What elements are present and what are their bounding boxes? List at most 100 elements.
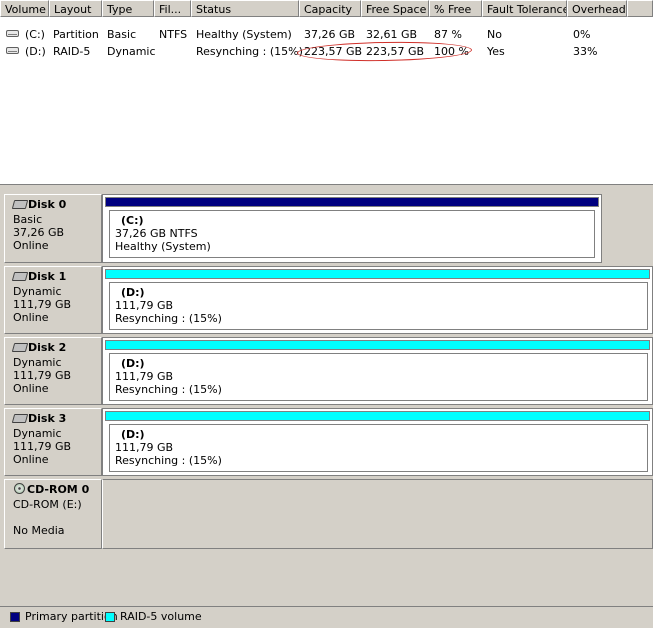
disk-state: Online — [13, 453, 49, 466]
volume-list-header: Volume Layout Type Fil... Status Capacit… — [0, 0, 653, 17]
volume-overhead: 0% — [573, 28, 591, 41]
disk-graphical-view[interactable]: Disk 0 Basic 37,26 GB Online (C:) 37,26 … — [0, 192, 653, 606]
column-header-file-system[interactable]: Fil... — [154, 0, 191, 17]
legend-label-primary: Primary partition — [25, 610, 118, 623]
partition-size: 111,79 GB — [115, 370, 174, 383]
disk-type: Basic — [13, 213, 43, 226]
partition-label: (D:) — [121, 286, 145, 299]
volume-free-space: 32,61 GB — [366, 28, 418, 41]
disk-label[interactable]: Disk 0 Basic 37,26 GB Online — [4, 194, 102, 263]
partition-color-bar — [105, 197, 599, 207]
volume-fault-tolerance: No — [487, 28, 502, 41]
column-header-status[interactable]: Status — [191, 0, 299, 17]
cdrom-row[interactable]: CD-ROM 0 CD-ROM (E:) No Media — [4, 479, 653, 549]
volume-layout: RAID-5 — [53, 45, 91, 58]
partition-d[interactable]: (D:) 111,79 GB Resynching : (15%) — [109, 424, 648, 472]
column-header-free-space[interactable]: Free Space — [361, 0, 429, 17]
volume-name: (D:) — [25, 45, 46, 58]
cdrom-drive: CD-ROM (E:) — [13, 498, 82, 511]
disk-size: 37,26 GB — [13, 226, 65, 239]
disk-size: 111,79 GB — [13, 440, 72, 453]
column-header-volume[interactable]: Volume — [0, 0, 49, 17]
cdrom-spacer — [13, 511, 101, 524]
cdrom-name: CD-ROM 0 — [13, 483, 101, 498]
partition-status: Healthy (System) — [115, 240, 211, 253]
volume-row[interactable]: (C:) Partition Basic NTFS Healthy (Syste… — [0, 26, 653, 43]
disk-name: Disk 3 — [11, 412, 101, 427]
column-header-overhead[interactable]: Overhead — [567, 0, 627, 17]
cd-icon — [14, 483, 25, 494]
disk-row-1[interactable]: Disk 1 Dynamic 111,79 GB Online (D:) 111… — [4, 266, 653, 334]
hard-disk-icon — [11, 414, 29, 423]
column-header-filler — [627, 0, 653, 17]
partition-color-bar — [105, 411, 650, 421]
primary-partition-swatch — [10, 612, 20, 622]
raid5-volume-swatch — [105, 612, 115, 622]
volume-layout: Partition — [53, 28, 99, 41]
volume-type: Dynamic — [107, 45, 156, 58]
partition-size: 37,26 GB NTFS — [115, 227, 198, 240]
hard-disk-icon — [11, 200, 29, 209]
disk-label[interactable]: Disk 2 Dynamic 111,79 GB Online — [4, 337, 102, 405]
column-header-pct-free[interactable]: % Free — [429, 0, 482, 17]
partition-color-bar — [105, 340, 650, 350]
pane-splitter[interactable] — [0, 185, 653, 192]
column-header-fault-tolerance[interactable]: Fault Tolerance — [482, 0, 567, 17]
partition-size: 111,79 GB — [115, 441, 174, 454]
volume-overhead: 33% — [573, 45, 598, 58]
disk-type: Dynamic — [13, 285, 62, 298]
volume-status: Healthy (System) — [196, 28, 292, 41]
disk-partitions: (D:) 111,79 GB Resynching : (15%) — [102, 337, 653, 405]
disk-row-2[interactable]: Disk 2 Dynamic 111,79 GB Online (D:) 111… — [4, 337, 653, 405]
partition-d[interactable]: (D:) 111,79 GB Resynching : (15%) — [109, 282, 648, 330]
disk-name: Disk 1 — [11, 270, 101, 285]
partition-status: Resynching : (15%) — [115, 383, 222, 396]
disk-row-3[interactable]: Disk 3 Dynamic 111,79 GB Online (D:) 111… — [4, 408, 653, 476]
volume-pct-free: 87 % — [434, 28, 462, 41]
disk-partitions: (D:) 111,79 GB Resynching : (15%) — [102, 408, 653, 476]
disk-type: Dynamic — [13, 356, 62, 369]
partition-color-bar — [105, 269, 650, 279]
disk-state: Online — [13, 311, 49, 324]
volume-file-system: NTFS — [159, 28, 188, 41]
drive-icon — [6, 47, 19, 54]
volume-name: (C:) — [25, 28, 45, 41]
disk-label[interactable]: Disk 1 Dynamic 111,79 GB Online — [4, 266, 102, 334]
disk-row-0[interactable]: Disk 0 Basic 37,26 GB Online (C:) 37,26 … — [4, 194, 627, 263]
volume-list[interactable]: Volume Layout Type Fil... Status Capacit… — [0, 0, 653, 185]
partition-label: (D:) — [121, 428, 145, 441]
partition-status: Resynching : (15%) — [115, 312, 222, 325]
disk-type: Dynamic — [13, 427, 62, 440]
hard-disk-icon — [11, 272, 29, 281]
disk-name: Disk 2 — [11, 341, 101, 356]
partition-label: (D:) — [121, 357, 145, 370]
disk-size: 111,79 GB — [13, 298, 72, 311]
partition-c[interactable]: (C:) 37,26 GB NTFS Healthy (System) — [109, 210, 595, 258]
disk-size: 111,79 GB — [13, 369, 72, 382]
column-header-type[interactable]: Type — [102, 0, 154, 17]
disk-state: Online — [13, 382, 49, 395]
drive-icon — [6, 30, 19, 37]
cdrom-media: No Media — [13, 524, 65, 537]
cdrom-label[interactable]: CD-ROM 0 CD-ROM (E:) No Media — [4, 479, 102, 549]
disk-name-text: Disk 2 — [28, 341, 67, 354]
partition-label: (C:) — [121, 214, 144, 227]
column-header-layout[interactable]: Layout — [49, 0, 102, 17]
legend: Primary partition RAID-5 volume — [0, 606, 653, 628]
disk-partitions: (D:) 111,79 GB Resynching : (15%) — [102, 266, 653, 334]
volume-capacity: 37,26 GB — [304, 28, 356, 41]
disk-partitions: (C:) 37,26 GB NTFS Healthy (System) — [102, 194, 602, 263]
disk-name-text: Disk 1 — [28, 270, 67, 283]
hard-disk-icon — [11, 343, 29, 352]
column-header-capacity[interactable]: Capacity — [299, 0, 361, 17]
disk-label[interactable]: Disk 3 Dynamic 111,79 GB Online — [4, 408, 102, 476]
volume-type: Basic — [107, 28, 137, 41]
volume-fault-tolerance: Yes — [487, 45, 505, 58]
partition-status: Resynching : (15%) — [115, 454, 222, 467]
legend-label-raid5: RAID-5 volume — [120, 610, 202, 623]
cdrom-name-text: CD-ROM 0 — [27, 483, 90, 496]
partition-d[interactable]: (D:) 111,79 GB Resynching : (15%) — [109, 353, 648, 401]
disk-state: Online — [13, 239, 49, 252]
cdrom-content — [102, 479, 653, 549]
partition-size: 111,79 GB — [115, 299, 174, 312]
